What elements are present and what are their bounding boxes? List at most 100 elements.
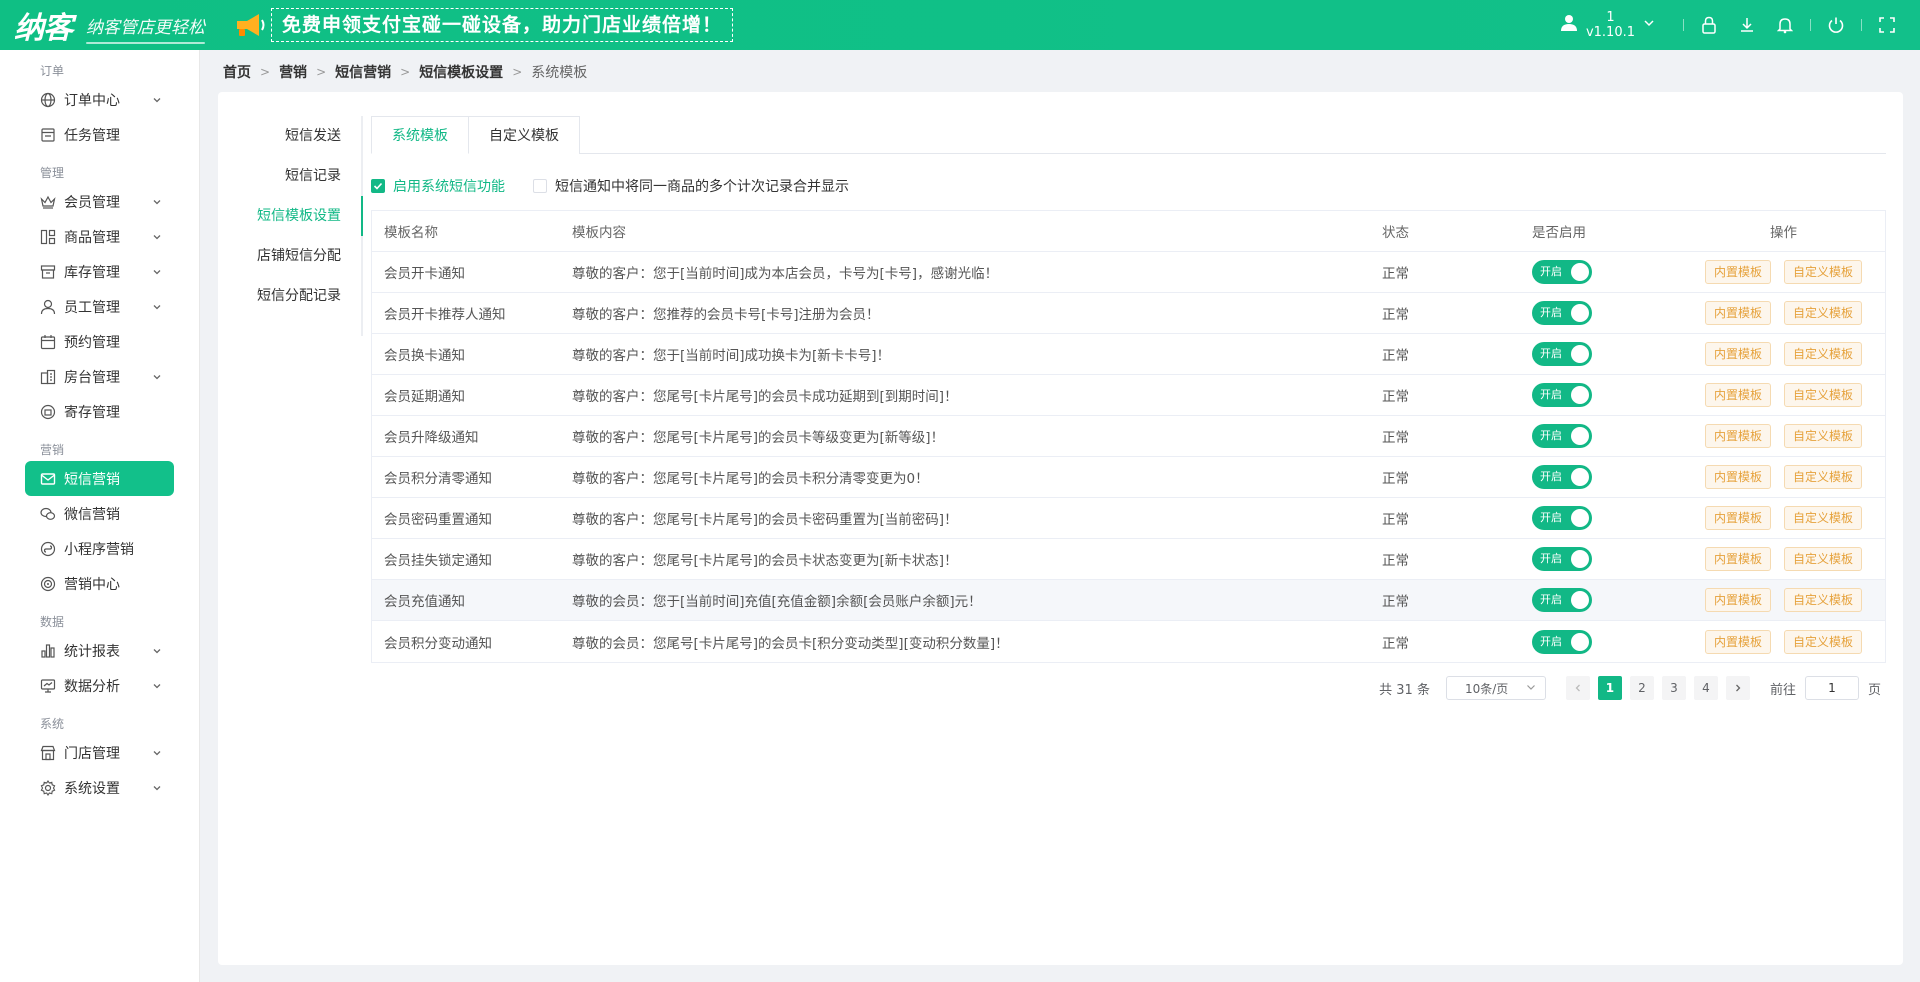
enable-toggle[interactable]: 开启: [1532, 342, 1592, 366]
switch-cell: 开启: [1532, 301, 1682, 325]
building-icon: [40, 369, 56, 385]
subnav-template-settings[interactable]: 短信模板设置: [218, 196, 363, 236]
sidebar-item-booking[interactable]: 预约管理: [25, 324, 174, 359]
download-icon[interactable]: [1736, 14, 1758, 36]
sidebar-item-sms-marketing[interactable]: 短信营销: [25, 461, 174, 496]
enable-toggle[interactable]: 开启: [1532, 424, 1592, 448]
brand-logo[interactable]: 纳客 纳客管店更轻松: [14, 3, 205, 47]
person-icon: [40, 299, 56, 315]
custom-template-button[interactable]: 自定义模板: [1784, 588, 1863, 612]
fullscreen-icon[interactable]: [1876, 14, 1898, 36]
top-bar: 纳客 纳客管店更轻松 免费申领支付宝碰一碰设备，助力门店业绩倍增！ 1 v1.1…: [0, 0, 1920, 50]
sidebar-item-members[interactable]: 会员管理: [25, 184, 174, 219]
sms-subnav: 短信发送 短信记录 短信模板设置 店铺短信分配 短信分配记录: [218, 116, 363, 336]
next-page-button[interactable]: [1725, 676, 1750, 700]
prev-page-button[interactable]: [1565, 676, 1590, 700]
custom-template-button[interactable]: 自定义模板: [1784, 342, 1863, 366]
page-button-2[interactable]: 2: [1629, 676, 1654, 700]
bell-icon[interactable]: [1774, 14, 1796, 36]
enable-toggle[interactable]: 开启: [1532, 260, 1592, 284]
sidebar-item-goods[interactable]: 商品管理: [25, 219, 174, 254]
chevron-down-icon: [152, 300, 162, 316]
custom-template-button[interactable]: 自定义模板: [1784, 547, 1863, 571]
template-status: 正常: [1382, 266, 1409, 282]
power-icon[interactable]: [1825, 14, 1847, 36]
tab-custom-templates[interactable]: 自定义模板: [469, 116, 580, 154]
user-menu[interactable]: 1 v1.10.1: [1560, 10, 1655, 40]
custom-template-button[interactable]: 自定义模板: [1784, 383, 1863, 407]
logo-text: 纳客: [14, 11, 73, 46]
sidebar-item-wechat-marketing[interactable]: 微信营销: [25, 496, 174, 531]
sidebar-item-rooms[interactable]: 房台管理: [25, 359, 174, 394]
subnav-allocation-records[interactable]: 短信分配记录: [218, 276, 361, 316]
custom-template-button[interactable]: 自定义模板: [1784, 424, 1863, 448]
pagination: 共 31 条 10条/页 1 2 3 4 前往 1 页: [1379, 676, 1881, 700]
table-header: 模板名称 模板内容 状态 是否启用 操作: [372, 211, 1885, 252]
breadcrumb-home[interactable]: 首页: [223, 62, 251, 82]
switch-cell: 开启: [1532, 588, 1682, 612]
enable-toggle[interactable]: 开启: [1532, 301, 1592, 325]
enable-system-sms-checkbox[interactable]: 启用系统短信功能: [371, 176, 505, 196]
sidebar-item-analytics[interactable]: 数据分析: [25, 668, 174, 703]
builtin-template-button[interactable]: 内置模板: [1704, 506, 1771, 530]
builtin-template-button[interactable]: 内置模板: [1704, 547, 1771, 571]
bar-chart-icon: [40, 643, 56, 659]
subnav-sms-records[interactable]: 短信记录: [218, 156, 361, 196]
merge-records-checkbox[interactable]: 短信通知中将同一商品的多个计次记录合并显示: [533, 176, 849, 196]
goto-page-input[interactable]: 1: [1804, 676, 1859, 700]
sidebar-item-settings[interactable]: 系统设置: [25, 770, 174, 805]
builtin-template-button[interactable]: 内置模板: [1704, 465, 1771, 489]
template-name: 会员积分变动通知: [384, 635, 492, 652]
enable-toggle[interactable]: 开启: [1532, 547, 1592, 571]
breadcrumb-sms-marketing[interactable]: 短信营销: [335, 62, 391, 82]
custom-template-button[interactable]: 自定义模板: [1784, 506, 1863, 530]
subnav-store-allocation[interactable]: 店铺短信分配: [218, 236, 361, 276]
page-button-4[interactable]: 4: [1693, 676, 1718, 700]
builtin-template-button[interactable]: 内置模板: [1704, 301, 1771, 325]
builtin-template-button[interactable]: 内置模板: [1704, 424, 1771, 448]
sidebar-item-marketing-center[interactable]: 营销中心: [25, 566, 174, 601]
custom-template-button[interactable]: 自定义模板: [1784, 465, 1863, 489]
custom-template-button[interactable]: 自定义模板: [1784, 301, 1863, 325]
page-size-select[interactable]: 10条/页: [1445, 676, 1546, 700]
breadcrumb-template-settings[interactable]: 短信模板设置: [419, 62, 503, 82]
custom-template-button[interactable]: 自定义模板: [1784, 629, 1863, 654]
enable-toggle[interactable]: 开启: [1532, 465, 1592, 489]
box-icon: [40, 264, 56, 280]
page-button-1[interactable]: 1: [1597, 676, 1622, 700]
template-tabs: 系统模板 自定义模板: [371, 116, 1886, 154]
enable-toggle[interactable]: 开启: [1532, 383, 1592, 407]
sidebar-item-staff[interactable]: 员工管理: [25, 289, 174, 324]
enable-toggle[interactable]: 开启: [1532, 629, 1592, 654]
sidebar-item-reports[interactable]: 统计报表: [25, 633, 174, 668]
template-name: 会员开卡推荐人通知: [384, 307, 506, 323]
builtin-template-button[interactable]: 内置模板: [1704, 588, 1771, 612]
template-status: 正常: [1382, 307, 1409, 323]
page-button-3[interactable]: 3: [1661, 676, 1686, 700]
sidebar-item-tasks[interactable]: 任务管理: [25, 117, 174, 152]
chevron-down-icon: [152, 679, 162, 695]
globe-icon: [40, 92, 56, 108]
sidebar-item-miniprogram-marketing[interactable]: 小程序营销: [25, 531, 174, 566]
subnav-sms-send[interactable]: 短信发送: [218, 116, 361, 156]
lock-icon[interactable]: [1698, 14, 1720, 36]
tab-system-templates[interactable]: 系统模板: [371, 116, 469, 154]
builtin-template-button[interactable]: 内置模板: [1704, 260, 1771, 284]
breadcrumb-marketing[interactable]: 营销: [279, 62, 307, 82]
switch-cell: 开启: [1532, 506, 1682, 530]
mail-icon: [40, 471, 56, 487]
builtin-template-button[interactable]: 内置模板: [1704, 629, 1771, 654]
sidebar-item-inventory[interactable]: 库存管理: [25, 254, 174, 289]
custom-template-button[interactable]: 自定义模板: [1784, 260, 1863, 284]
sidebar-item-stores[interactable]: 门店管理: [25, 735, 174, 770]
enable-toggle[interactable]: 开启: [1532, 588, 1592, 612]
enable-toggle[interactable]: 开启: [1532, 506, 1592, 530]
header-status: 状态: [1382, 225, 1409, 241]
sidebar-item-storage[interactable]: 寄存管理: [25, 394, 174, 429]
builtin-template-button[interactable]: 内置模板: [1704, 342, 1771, 366]
sidebar-item-label: 小程序营销: [64, 541, 134, 558]
builtin-template-button[interactable]: 内置模板: [1704, 383, 1771, 407]
table-row: 会员挂失锁定通知 尊敬的客户：您尾号[卡片尾号]的会员卡状态变更为[新卡状态]！ 正…: [372, 539, 1885, 580]
promo-banner[interactable]: 免费申领支付宝碰一碰设备，助力门店业绩倍增！: [233, 8, 734, 42]
sidebar-item-orders[interactable]: 订单中心: [25, 82, 174, 117]
